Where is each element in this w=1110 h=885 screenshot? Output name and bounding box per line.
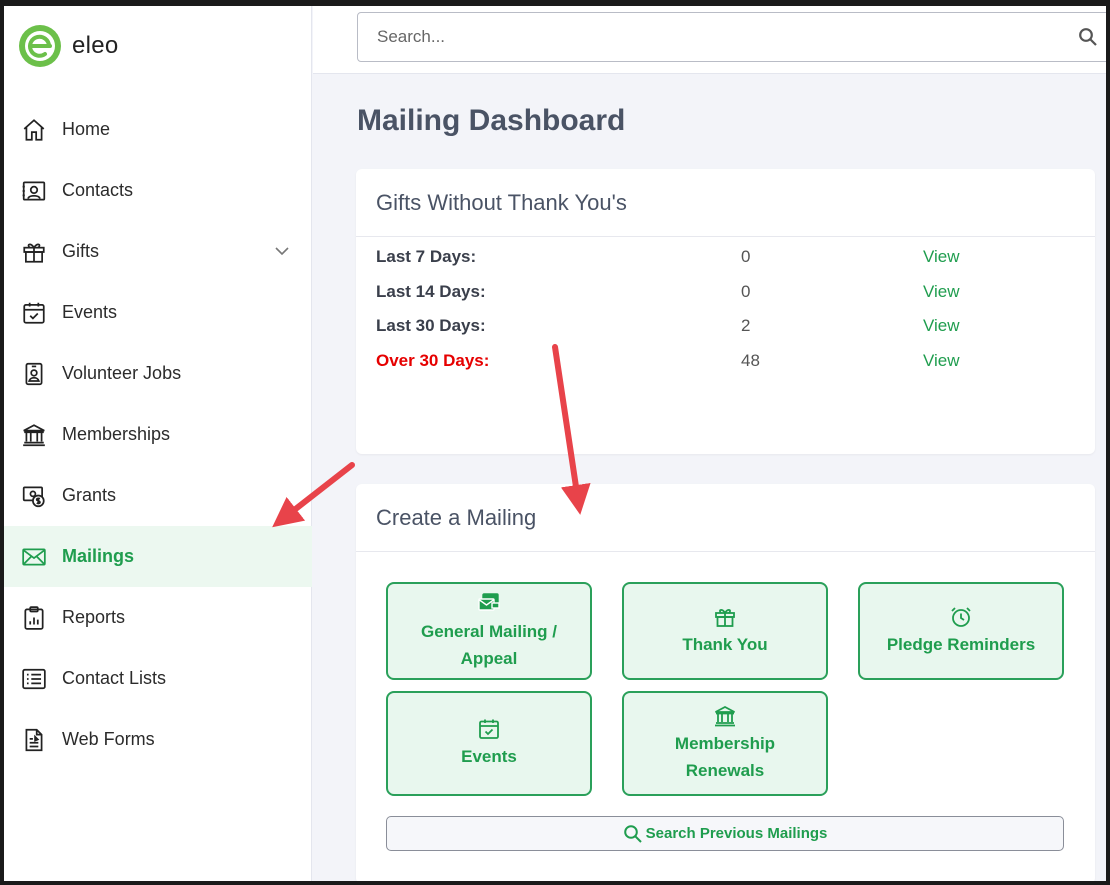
tile-label: Events	[461, 747, 517, 766]
general-mailing-button[interactable]: General Mailing / Appeal	[386, 582, 592, 680]
search-bar	[357, 12, 1106, 62]
view-link[interactable]: View	[923, 351, 960, 371]
thank-you-button[interactable]: Thank You	[622, 582, 828, 680]
create-mailing-card: Create a Mailing General Mailing / Appea…	[356, 484, 1095, 881]
bank-icon	[713, 704, 737, 728]
search-icon[interactable]	[1078, 27, 1098, 47]
chevron-down-icon[interactable]	[274, 243, 290, 259]
sidebar-item-label: Events	[62, 302, 118, 322]
row-count: 0	[741, 247, 751, 266]
mail-stack-icon	[477, 592, 501, 616]
sidebar-item-label: Mailings	[62, 546, 135, 566]
button-label: Search Previous Mailings	[645, 825, 828, 842]
badge-icon	[20, 360, 48, 388]
search-input[interactable]	[358, 13, 1106, 61]
tile-label: Pledge Reminders	[886, 634, 1036, 654]
alarm-clock-icon	[949, 605, 973, 629]
sidebar-item-label: Memberships	[62, 424, 171, 444]
sidebar-item-contacts[interactable]: Contacts	[4, 160, 312, 221]
sidebar-item-gifts[interactable]: Gifts	[4, 221, 312, 282]
gift-summary-row: Last 7 Days: 0 View	[376, 243, 1076, 273]
home-icon	[20, 116, 48, 144]
tile-label: Thank You	[682, 634, 768, 654]
sidebar-item-volunteer-jobs[interactable]: Volunteer Jobs	[4, 343, 312, 404]
brand-name: eleo	[72, 32, 119, 59]
cash-icon	[20, 482, 48, 510]
row-label: Last 30 Days:	[376, 316, 486, 335]
view-link[interactable]: View	[923, 316, 960, 336]
row-count: 48	[741, 351, 760, 370]
gift-icon	[20, 238, 48, 266]
search-icon	[623, 824, 643, 844]
card-title: Gifts Without Thank You's	[356, 169, 1095, 237]
sidebar: eleo Home Contacts Gifts Events Voluntee…	[4, 6, 312, 881]
top-bar	[313, 6, 1106, 74]
sidebar-item-contact-lists[interactable]: Contact Lists	[4, 648, 312, 709]
row-count: 0	[741, 282, 751, 301]
sidebar-item-label: Reports	[62, 607, 126, 627]
brand[interactable]: eleo	[18, 24, 119, 68]
sidebar-item-label: Contacts	[62, 180, 134, 200]
envelope-icon	[20, 543, 48, 571]
document-icon	[20, 726, 48, 754]
row-label: Over 30 Days:	[376, 351, 490, 370]
tile-label: General Mailing / Appeal	[420, 622, 558, 668]
gifts-without-thank-you-card: Gifts Without Thank You's Last 7 Days: 0…	[356, 169, 1095, 454]
membership-renewals-button[interactable]: Membership Renewals	[622, 691, 828, 796]
search-previous-mailings-button[interactable]: Search Previous Mailings	[386, 816, 1064, 851]
sidebar-item-label: Contact Lists	[62, 668, 167, 688]
contact-card-icon	[20, 177, 48, 205]
calendar-icon	[477, 717, 501, 741]
sidebar-nav: Home Contacts Gifts Events Volunteer Job…	[4, 99, 312, 770]
sidebar-item-label: Grants	[62, 485, 117, 505]
sidebar-item-label: Web Forms	[62, 729, 155, 749]
view-link[interactable]: View	[923, 282, 960, 302]
app-window: eleo Home Contacts Gifts Events Voluntee…	[4, 6, 1106, 881]
pledge-reminders-button[interactable]: Pledge Reminders	[858, 582, 1064, 680]
events-mailing-button[interactable]: Events	[386, 691, 592, 796]
gift-summary-row: Last 30 Days: 2 View	[376, 312, 1076, 342]
sidebar-item-web-forms[interactable]: Web Forms	[4, 709, 312, 770]
sidebar-item-grants[interactable]: Grants	[4, 465, 312, 526]
row-label: Last 14 Days:	[376, 282, 486, 301]
sidebar-item-reports[interactable]: Reports	[4, 587, 312, 648]
report-clipboard-icon	[20, 604, 48, 632]
calendar-icon	[20, 299, 48, 327]
sidebar-item-mailings[interactable]: Mailings	[4, 526, 312, 587]
sidebar-item-label: Volunteer Jobs	[62, 363, 182, 383]
row-count: 2	[741, 316, 751, 335]
page-title: Mailing Dashboard	[357, 104, 626, 137]
sidebar-item-memberships[interactable]: Memberships	[4, 404, 312, 465]
sidebar-item-home[interactable]: Home	[4, 99, 312, 160]
sidebar-item-label: Home	[62, 119, 111, 139]
list-icon	[20, 665, 48, 693]
card-title: Create a Mailing	[356, 484, 1095, 552]
sidebar-item-label: Gifts	[62, 241, 100, 261]
view-link[interactable]: View	[923, 247, 960, 267]
tile-label: Membership Renewals	[674, 733, 776, 780]
gift-summary-row: Over 30 Days: 48 View	[376, 347, 1076, 377]
gift-icon	[713, 605, 737, 629]
bank-icon	[20, 421, 48, 449]
row-label: Last 7 Days:	[376, 247, 477, 266]
sidebar-item-events[interactable]: Events	[4, 282, 312, 343]
eleo-logo-icon	[19, 25, 61, 67]
gift-summary-row: Last 14 Days: 0 View	[376, 278, 1076, 308]
